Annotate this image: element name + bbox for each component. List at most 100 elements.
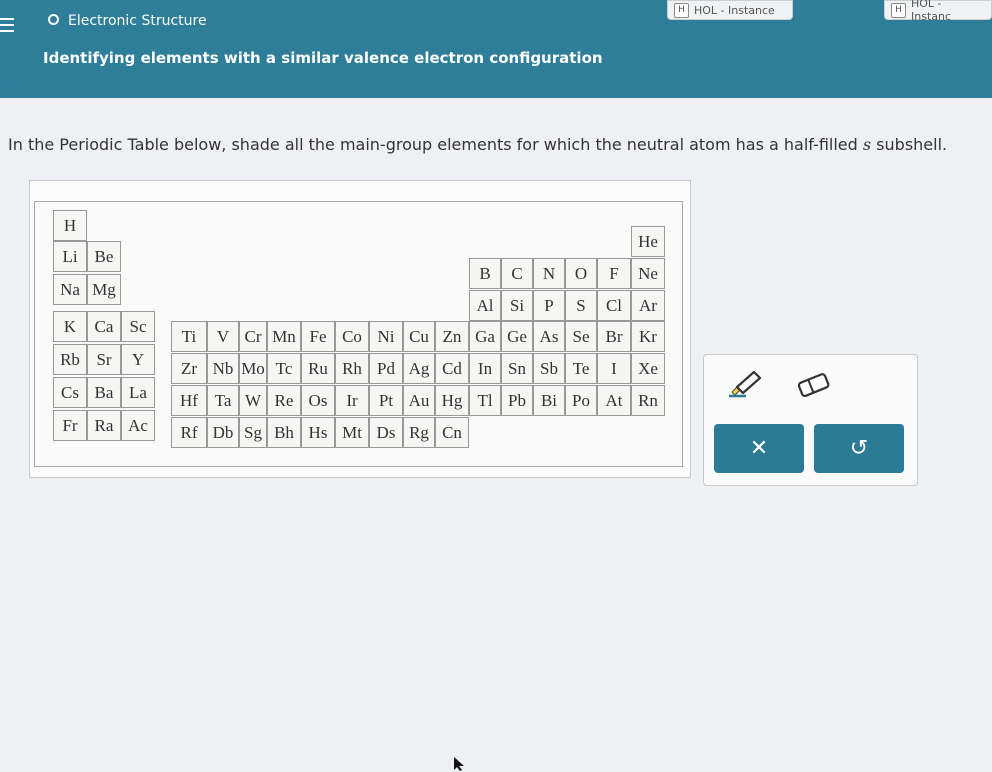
element-Ir[interactable]: Ir [335, 385, 369, 416]
element-Rn[interactable]: Rn [631, 385, 665, 416]
element-B[interactable]: B [469, 258, 501, 289]
element-Tl[interactable]: Tl [469, 385, 501, 416]
element-Pt[interactable]: Pt [369, 385, 403, 416]
element-Cs[interactable]: Cs [53, 377, 87, 408]
element-Ga[interactable]: Ga [469, 321, 501, 352]
element-Hs[interactable]: Hs [301, 417, 335, 448]
element-He[interactable]: He [631, 226, 665, 257]
element-P[interactable]: P [533, 290, 565, 321]
element-La[interactable]: La [121, 377, 155, 408]
element-Mo[interactable]: Mo [239, 353, 267, 384]
element-O[interactable]: O [565, 258, 597, 289]
element-Fe[interactable]: Fe [301, 321, 335, 352]
element-Se[interactable]: Se [565, 321, 597, 352]
element-Fr[interactable]: Fr [53, 410, 87, 441]
element-Re[interactable]: Re [267, 385, 301, 416]
element-Mn[interactable]: Mn [267, 321, 301, 352]
element-Bi[interactable]: Bi [533, 385, 565, 416]
chevron-down-icon[interactable] [0, 76, 14, 90]
element-Si[interactable]: Si [501, 290, 533, 321]
element-Os[interactable]: Os [301, 385, 335, 416]
element-Zr[interactable]: Zr [171, 353, 207, 384]
element-Ne[interactable]: Ne [631, 258, 665, 289]
element-Sg[interactable]: Sg [239, 417, 267, 448]
element-Tc[interactable]: Tc [267, 353, 301, 384]
element-Ac[interactable]: Ac [121, 410, 155, 441]
element-Sb[interactable]: Sb [533, 353, 565, 384]
element-As[interactable]: As [533, 321, 565, 352]
element-Li[interactable]: Li [53, 241, 87, 272]
element-Au[interactable]: Au [403, 385, 435, 416]
element-Pd[interactable]: Pd [369, 353, 403, 384]
element-V[interactable]: V [207, 321, 239, 352]
element-Rh[interactable]: Rh [335, 353, 369, 384]
element-Mt[interactable]: Mt [335, 417, 369, 448]
periodic-table: H He Li Be B C N O F Ne Na Mg Al Si P S … [34, 201, 683, 467]
element-Ta[interactable]: Ta [207, 385, 239, 416]
element-Ag[interactable]: Ag [403, 353, 435, 384]
element-In[interactable]: In [469, 353, 501, 384]
element-Be[interactable]: Be [87, 241, 121, 272]
element-Rb[interactable]: Rb [53, 344, 87, 375]
clear-button[interactable]: ✕ [714, 424, 804, 473]
element-Cr[interactable]: Cr [239, 321, 267, 352]
element-Db[interactable]: Db [207, 417, 239, 448]
hol-badge-icon: H [674, 2, 689, 18]
periodic-table-panel: H He Li Be B C N O F Ne Na Mg Al Si P S … [29, 180, 691, 478]
element-Cu[interactable]: Cu [403, 321, 435, 352]
element-Ti[interactable]: Ti [171, 321, 207, 352]
element-Ru[interactable]: Ru [301, 353, 335, 384]
undo-button[interactable]: ↺ [814, 424, 904, 473]
element-Co[interactable]: Co [335, 321, 369, 352]
element-Kr[interactable]: Kr [631, 321, 665, 352]
element-Y[interactable]: Y [121, 344, 155, 375]
element-Pb[interactable]: Pb [501, 385, 533, 416]
element-Cl[interactable]: Cl [597, 290, 631, 321]
hol-tab-label: HOL - Instanc [911, 0, 952, 23]
element-Ca[interactable]: Ca [87, 311, 121, 342]
topic-title: Identifying elements with a similar vale… [43, 49, 603, 67]
element-Hg[interactable]: Hg [435, 385, 469, 416]
section-title: Electronic Structure [68, 13, 207, 29]
element-Ar[interactable]: Ar [631, 290, 665, 321]
element-Rg[interactable]: Rg [403, 417, 435, 448]
section-circle-icon [48, 14, 59, 25]
hamburger-menu-icon[interactable] [0, 14, 18, 38]
element-Cn[interactable]: Cn [435, 417, 469, 448]
hol-instance-tab-1[interactable]: H HOL - Instance [667, 0, 793, 20]
element-Al[interactable]: Al [469, 290, 501, 321]
element-Sr[interactable]: Sr [87, 344, 121, 375]
element-W[interactable]: W [239, 385, 267, 416]
element-Sc[interactable]: Sc [121, 311, 155, 342]
element-Zn[interactable]: Zn [435, 321, 469, 352]
element-Ba[interactable]: Ba [87, 377, 121, 408]
element-F[interactable]: F [597, 258, 631, 289]
element-Nb[interactable]: Nb [207, 353, 239, 384]
element-Mg[interactable]: Mg [87, 274, 121, 305]
element-H[interactable]: H [53, 210, 87, 241]
element-Rf[interactable]: Rf [171, 417, 207, 448]
element-Na[interactable]: Na [53, 274, 87, 305]
element-Po[interactable]: Po [565, 385, 597, 416]
element-Cd[interactable]: Cd [435, 353, 469, 384]
element-Ge[interactable]: Ge [501, 321, 533, 352]
element-K[interactable]: K [53, 311, 87, 342]
element-S[interactable]: S [565, 290, 597, 321]
element-Br[interactable]: Br [597, 321, 631, 352]
highlighter-icon[interactable] [726, 369, 770, 399]
element-Xe[interactable]: Xe [631, 353, 665, 384]
element-C[interactable]: C [501, 258, 533, 289]
element-I[interactable]: I [597, 353, 631, 384]
element-Ds[interactable]: Ds [369, 417, 403, 448]
eraser-icon[interactable] [794, 372, 834, 400]
element-N[interactable]: N [533, 258, 565, 289]
hol-instance-tab-2[interactable]: H HOL - Instanc [884, 0, 992, 23]
element-At[interactable]: At [597, 385, 631, 416]
element-Hf[interactable]: Hf [171, 385, 207, 416]
element-Ni[interactable]: Ni [369, 321, 403, 352]
element-Ra[interactable]: Ra [87, 410, 121, 441]
element-Bh[interactable]: Bh [267, 417, 301, 448]
element-Sn[interactable]: Sn [501, 353, 533, 384]
element-Te[interactable]: Te [565, 353, 597, 384]
hol-badge-icon: H [891, 2, 906, 18]
